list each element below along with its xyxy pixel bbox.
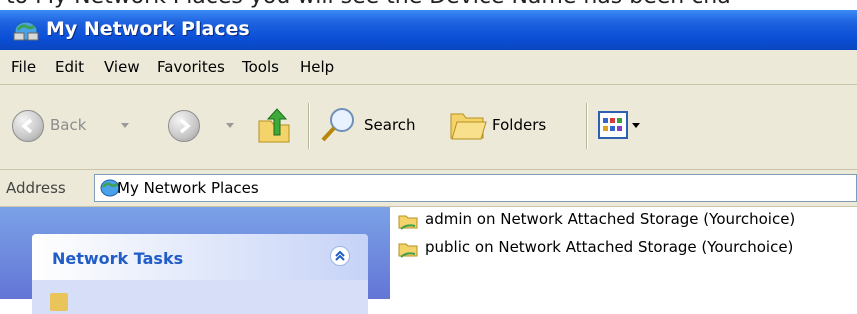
- menu-edit[interactable]: Edit: [55, 58, 84, 76]
- toolbar-separator: [308, 103, 310, 149]
- menu-favorites[interactable]: Favorites: [157, 58, 225, 76]
- toolbar-separator: [586, 103, 588, 149]
- address-bar: Address My Network Places: [0, 170, 857, 207]
- network-tasks-header[interactable]: Network Tasks: [32, 234, 368, 280]
- task-item-icon[interactable]: [50, 293, 68, 311]
- file-list: admin on Network Attached Storage (Yourc…: [390, 207, 857, 299]
- up-folder-icon[interactable]: [256, 107, 292, 145]
- menu-file[interactable]: File: [11, 58, 36, 76]
- forward-arrow-icon: [179, 118, 191, 134]
- folders-icon[interactable]: [449, 108, 487, 142]
- menu-view[interactable]: View: [104, 58, 140, 76]
- search-label[interactable]: Search: [364, 116, 416, 134]
- chevron-up-icon: [335, 250, 345, 261]
- network-folder-icon: [398, 243, 418, 258]
- forward-dropdown-icon[interactable]: [226, 123, 234, 128]
- address-input[interactable]: My Network Places: [94, 174, 857, 202]
- caption-text: to My Network Places you will see the De…: [6, 0, 731, 9]
- back-dropdown-icon[interactable]: [121, 123, 129, 128]
- window-title-bar[interactable]: My Network Places: [0, 10, 857, 50]
- list-item-label[interactable]: public on Network Attached Storage (Your…: [425, 238, 793, 256]
- forward-button[interactable]: [168, 110, 200, 142]
- network-tasks-title[interactable]: Network Tasks: [52, 249, 183, 268]
- views-dropdown-icon[interactable]: [632, 123, 640, 128]
- network-folder-icon: [398, 215, 418, 230]
- address-label: Address: [6, 179, 66, 197]
- collapse-button[interactable]: [330, 246, 350, 266]
- address-value[interactable]: My Network Places: [117, 179, 259, 197]
- back-button[interactable]: [12, 110, 44, 142]
- toolbar: Back Search Folders: [0, 85, 857, 170]
- list-item-label[interactable]: admin on Network Attached Storage (Yourc…: [425, 210, 795, 228]
- network-places-icon: [13, 21, 39, 41]
- network-tasks-panel: Network Tasks: [32, 234, 368, 314]
- menu-bar: File Edit View Favorites Tools Help: [0, 50, 857, 85]
- window-title: My Network Places: [46, 18, 250, 40]
- search-icon[interactable]: [318, 105, 358, 145]
- views-icon[interactable]: [598, 111, 628, 139]
- menu-tools[interactable]: Tools: [242, 58, 279, 76]
- menu-help[interactable]: Help: [300, 58, 334, 76]
- task-pane: Network Tasks: [0, 207, 390, 314]
- back-arrow-icon: [21, 118, 33, 134]
- folders-label[interactable]: Folders: [492, 116, 546, 134]
- back-label[interactable]: Back: [50, 116, 86, 134]
